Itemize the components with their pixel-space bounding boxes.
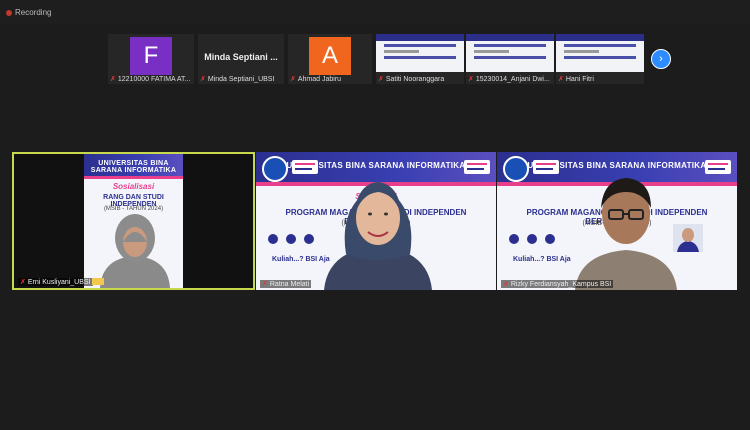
avatar: A [309,37,351,75]
next-page-button[interactable]: › [651,49,671,69]
university-logo [503,156,529,182]
participant-name: ✗ Satiti Nooranggara [378,75,445,84]
shared-slide-thumb [376,34,464,72]
participant-name: ✗ Ratna Melati [260,280,312,288]
video-tile-3[interactable]: UNIVERSITAS BINA SARANA INFORMATIKA PROG… [497,152,737,290]
participant-name: ✗ 15230014_Anjani Dwi... [468,75,550,84]
participant-name: ✗ Minda Septiani_UBSI [200,75,275,84]
kampus-logo [533,160,559,174]
participant-thumb-5[interactable]: ✗ 15230014_Anjani Dwi... [466,34,554,84]
participant-video [324,182,432,290]
recording-dot-icon [6,9,12,16]
recording-label: Recording [15,8,52,17]
university-logo [262,156,288,182]
info-icons [268,234,314,244]
slide-speaker-photo [673,224,703,252]
mic-muted-icon: ✗ [200,76,206,83]
info-icons [509,234,555,244]
participant-video [575,178,677,290]
banner-title: UNIVERSITAS BINA SARANA INFORMATIKA [90,160,177,174]
participant-name: ✗ Erni Kusliyani_UBSI [18,278,93,286]
participant-thumb-4[interactable]: ✗ Satiti Nooranggara [376,34,464,84]
participant-name: ✗ Rizky Ferdiansyah_Kampus BSI [501,280,614,288]
top-bar: Recording [0,0,750,24]
kampus-digital-logo [705,160,731,174]
participant-display-name: Minda Septiani ... [204,52,278,62]
mic-muted-icon: ✗ [262,281,268,288]
kampus-digital-logo [464,160,490,174]
mic-muted-icon: ✗ [468,76,474,83]
mic-muted-icon: ✗ [20,279,26,286]
kampus-logo [292,160,318,174]
video-tile-2[interactable]: UNIVERSITAS BINA SARANA INFORMATIKA Sosi… [256,152,496,290]
chevron-right-icon: › [659,53,663,65]
slide-script-text: Sosialisasi [112,182,155,191]
participant-thumb-6[interactable]: ✗ Hani Fitri [556,34,644,84]
shared-slide-thumb [556,34,644,72]
name-badge [92,278,104,285]
mic-muted-icon: ✗ [558,76,564,83]
video-tile-1[interactable]: UNIVERSITAS BINA SARANA INFORMATIKA Sosi… [12,152,255,290]
mic-muted-icon: ✗ [378,76,384,83]
participant-name: ✗ Hani Fitri [558,75,594,84]
participant-thumb-1[interactable]: F ✗ 12210000 FATIMA AT... [108,34,194,84]
participant-video [100,214,170,288]
avatar: F [130,37,172,75]
participant-thumb-3[interactable]: A ✗ Ahmad Jabiru [288,34,372,84]
shared-slide-thumb [466,34,554,72]
participant-name: ✗ 12210000 FATIMA AT... [110,75,191,84]
mic-muted-icon: ✗ [110,76,116,83]
mic-muted-icon: ✗ [290,76,296,83]
mic-muted-icon: ✗ [503,281,509,288]
participant-name: ✗ Ahmad Jabiru [290,75,342,84]
virtual-background: UNIVERSITAS BINA SARANA INFORMATIKA Sosi… [84,154,183,288]
participant-thumb-2[interactable]: Minda Septiani ... ✗ Minda Septiani_UBSI [198,34,284,84]
recording-indicator[interactable]: Recording [6,8,51,17]
